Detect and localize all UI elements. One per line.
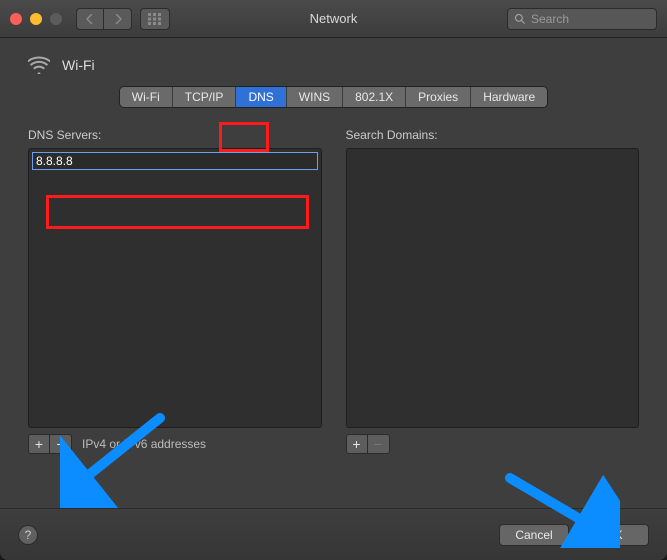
footer: ? Cancel OK xyxy=(0,508,667,560)
nav-buttons xyxy=(76,8,132,30)
content-area: Wi-Fi Wi-Fi TCP/IP DNS WINS 802.1X Proxi… xyxy=(0,38,667,508)
traffic-lights xyxy=(10,13,62,25)
search-placeholder: Search xyxy=(531,12,569,26)
tabs: Wi-Fi TCP/IP DNS WINS 802.1X Proxies Har… xyxy=(18,86,649,108)
forward-button[interactable] xyxy=(104,8,132,30)
minimize-window[interactable] xyxy=(30,13,42,25)
search-field[interactable]: Search xyxy=(507,8,657,30)
close-window[interactable] xyxy=(10,13,22,25)
help-button[interactable]: ? xyxy=(18,525,38,545)
domain-add-button[interactable]: + xyxy=(346,434,368,454)
zoom-window-disabled xyxy=(50,13,62,25)
cancel-button[interactable]: Cancel xyxy=(499,524,569,546)
interface-header: Wi-Fi xyxy=(18,52,649,84)
show-all-button[interactable] xyxy=(140,8,170,30)
ok-button[interactable]: OK xyxy=(579,524,649,546)
tab-hardware[interactable]: Hardware xyxy=(471,87,547,107)
wifi-icon xyxy=(28,56,50,74)
dns-remove-button[interactable]: − xyxy=(50,434,72,454)
tab-proxies[interactable]: Proxies xyxy=(406,87,471,107)
tab-dns[interactable]: DNS xyxy=(236,87,286,107)
dns-hint: IPv4 or IPv6 addresses xyxy=(82,437,206,451)
dns-servers-panel: DNS Servers: + − IPv4 or IPv6 addresses xyxy=(28,128,322,454)
tab-wins[interactable]: WINS xyxy=(287,87,343,107)
dns-servers-list[interactable] xyxy=(28,148,322,428)
tab-8021x[interactable]: 802.1X xyxy=(343,87,406,107)
dns-panels: DNS Servers: + − IPv4 or IPv6 addresses … xyxy=(18,128,649,454)
dns-server-row[interactable] xyxy=(32,152,318,170)
search-domains-list[interactable] xyxy=(346,148,640,428)
search-icon xyxy=(514,13,526,25)
dns-add-button[interactable]: + xyxy=(28,434,50,454)
search-domains-label: Search Domains: xyxy=(346,128,640,142)
tab-wifi[interactable]: Wi-Fi xyxy=(120,87,173,107)
dns-servers-label: DNS Servers: xyxy=(28,128,322,142)
search-domains-panel: Search Domains: + − xyxy=(346,128,640,454)
network-prefs-window: Network Search Wi-Fi Wi-Fi TCP/IP DNS WI… xyxy=(0,0,667,560)
domain-remove-button: − xyxy=(368,434,390,454)
dns-server-input[interactable] xyxy=(32,152,318,170)
tab-tcpip[interactable]: TCP/IP xyxy=(173,87,237,107)
titlebar: Network Search xyxy=(0,0,667,38)
interface-name: Wi-Fi xyxy=(62,57,95,73)
back-button[interactable] xyxy=(76,8,104,30)
